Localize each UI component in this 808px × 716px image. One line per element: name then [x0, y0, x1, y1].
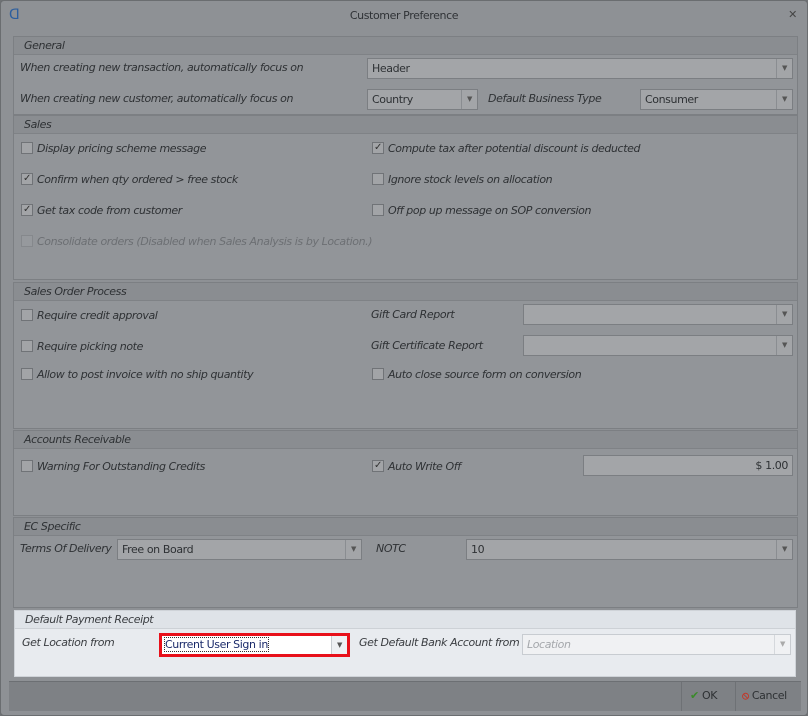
gift-certificate-label: Gift Certificate Report	[371, 339, 483, 352]
transaction-focus-label: When creating new transaction, automatic…	[20, 61, 304, 74]
chevron-down-icon[interactable]: ▼	[331, 636, 347, 654]
ignore-stock-checkbox[interactable]	[372, 173, 384, 185]
ec-specific-section: EC Specific	[13, 517, 798, 608]
auto-close-checkbox[interactable]	[372, 368, 384, 380]
customer-focus-label: When creating new customer, automaticall…	[20, 92, 294, 105]
gift-card-label: Gift Card Report	[371, 308, 455, 321]
checkbox-label: Confirm when qty ordered > free stock	[37, 173, 238, 186]
checkbox-label: Allow to post invoice with no ship quant…	[37, 368, 254, 381]
ok-label: OK	[701, 689, 718, 702]
cancel-label: Cancel	[751, 689, 787, 702]
notc-label: NOTC	[376, 542, 406, 555]
gift-certificate-select[interactable]: ▼	[523, 335, 793, 356]
checkbox-label: Ignore stock levels on allocation	[388, 173, 553, 186]
ok-button[interactable]: ✔ OK	[681, 682, 741, 711]
location-label: Get Location from	[22, 636, 115, 649]
bank-account-select[interactable]: Location ▼	[522, 634, 791, 655]
notc-select[interactable]: 10 ▼	[466, 539, 793, 560]
select-value: 10	[471, 543, 485, 556]
write-off-amount-input[interactable]: $ 1.00	[583, 455, 793, 476]
close-icon[interactable]: ✕	[788, 8, 797, 21]
section-header: Default Payment Receipt	[15, 611, 795, 629]
checkbox-label: Auto Write Off	[388, 460, 461, 473]
chevron-down-icon[interactable]: ▼	[774, 635, 790, 654]
select-value: Free on Board	[122, 543, 194, 556]
display-pricing-checkbox[interactable]	[21, 142, 33, 154]
select-value: Current User Sign in	[164, 637, 269, 652]
chevron-down-icon[interactable]: ▼	[776, 305, 792, 324]
credit-approval-checkbox[interactable]	[21, 309, 33, 321]
checkbox-label: Require picking note	[37, 340, 143, 353]
checkbox-label: Off pop up message on SOP conversion	[388, 204, 592, 217]
auto-write-off-checkbox[interactable]: ✓	[372, 460, 384, 472]
business-type-select[interactable]: Consumer ▼	[640, 89, 793, 110]
outstanding-credits-checkbox[interactable]	[21, 460, 33, 472]
checkbox-label: Get tax code from customer	[37, 204, 182, 217]
section-header: EC Specific	[14, 518, 797, 536]
confirm-qty-checkbox[interactable]: ✓	[21, 173, 33, 185]
chevron-down-icon[interactable]: ▼	[776, 336, 792, 355]
checkbox-label: Warning For Outstanding Credits	[37, 460, 205, 473]
post-invoice-checkbox[interactable]	[21, 368, 33, 380]
select-value: Header	[372, 62, 410, 75]
location-select[interactable]: Current User Sign in ▼	[159, 633, 350, 657]
bank-account-label: Get Default Bank Account from	[359, 636, 520, 649]
chevron-down-icon[interactable]: ▼	[345, 540, 361, 559]
gift-card-select[interactable]: ▼	[523, 304, 793, 325]
cancel-icon: ⦸	[742, 689, 749, 702]
chevron-down-icon[interactable]: ▼	[776, 90, 792, 109]
checkmark-icon: ✔	[690, 689, 699, 702]
checkbox-label: Consolidate orders (Disabled when Sales …	[37, 235, 373, 248]
checkbox-label: Require credit approval	[37, 309, 158, 322]
dialog-title: Customer Preference	[349, 9, 459, 22]
transaction-focus-select[interactable]: Header ▼	[367, 58, 793, 79]
picking-note-checkbox[interactable]	[21, 340, 33, 352]
chevron-down-icon[interactable]: ▼	[776, 540, 792, 559]
customer-preference-dialog: ᗡ Customer Preference ✕ General When cre…	[0, 0, 808, 716]
off-popup-checkbox[interactable]	[372, 204, 384, 216]
section-header: Sales Order Process	[14, 283, 797, 301]
cancel-button[interactable]: ⦸ Cancel	[735, 682, 801, 711]
section-header: General	[14, 37, 797, 55]
sales-section: Sales	[13, 115, 798, 280]
terms-of-delivery-select[interactable]: Free on Board ▼	[117, 539, 362, 560]
checkbox-label: Compute tax after potential discount is …	[388, 142, 641, 155]
checkbox-label: Auto close source form on conversion	[388, 368, 582, 381]
checkbox-label: Display pricing scheme message	[37, 142, 207, 155]
select-value: Country	[372, 93, 413, 106]
business-type-label: Default Business Type	[488, 92, 602, 105]
section-header: Accounts Receivable	[14, 431, 797, 449]
customer-focus-select[interactable]: Country ▼	[367, 89, 478, 110]
chevron-down-icon[interactable]: ▼	[461, 90, 477, 109]
consolidate-orders-checkbox[interactable]	[21, 235, 33, 247]
dialog-footer: ✔ OK ⦸ Cancel	[9, 681, 801, 711]
section-header: Sales	[14, 116, 797, 134]
tax-code-checkbox[interactable]: ✓	[21, 204, 33, 216]
terms-of-delivery-label: Terms Of Delivery	[20, 542, 112, 555]
chevron-down-icon[interactable]: ▼	[776, 59, 792, 78]
select-value: Location	[527, 638, 571, 651]
select-value: Consumer	[645, 93, 698, 106]
compute-tax-checkbox[interactable]: ✓	[372, 142, 384, 154]
